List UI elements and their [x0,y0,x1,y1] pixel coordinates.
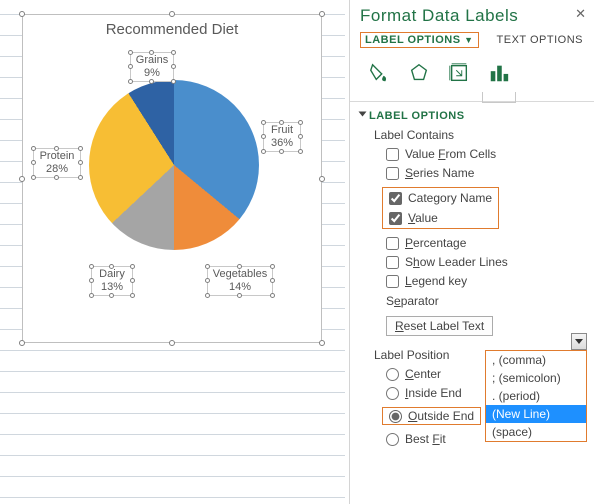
fill-line-icon[interactable] [368,62,390,87]
data-label-vegetables[interactable]: Vegetables14% [207,266,273,296]
plot-area[interactable]: Grains9% Fruit36% Vegetables14% Dairy13% [23,38,321,328]
rad-outside-end[interactable]: Outside End [389,409,474,423]
label-options-icon[interactable] [488,62,510,87]
chk-value-from-cells[interactable]: Value From Cells [386,147,594,161]
annotation-outside-end: Outside End [382,407,481,425]
data-label-dairy[interactable]: Dairy13% [91,266,133,296]
chk-value[interactable]: Value [389,211,492,225]
chart-object[interactable]: Recommended Diet Grains9% Fruit36% Veget… [22,14,322,343]
chk-category-name[interactable]: Category Name [389,191,492,205]
chart-title[interactable]: Recommended Diet [23,21,321,38]
annotation-label-options: LABEL OPTIONS ▼ [360,32,479,48]
close-icon[interactable]: ✕ [575,6,586,22]
separator-dropdown[interactable]: , (comma) ; (semicolon) . (period) (New … [485,350,587,442]
effects-icon[interactable] [408,62,430,87]
reset-label-text-button[interactable]: Reset Label Text [386,316,493,336]
pie-chart[interactable] [89,80,259,250]
tab-text-options[interactable]: TEXT OPTIONS [497,34,583,46]
chk-legend-key[interactable]: Legend key [386,274,594,288]
pane-title: Format Data Labels [360,6,594,26]
separator-label: Separator [386,294,439,308]
chk-show-leader-lines[interactable]: Show Leader Lines [386,255,594,269]
chk-percentage[interactable]: Percentage [386,236,594,250]
data-label-protein[interactable]: Protein28% [33,148,81,178]
chk-series-name[interactable]: Series Name [386,166,594,180]
data-label-grains[interactable]: Grains9% [130,52,174,82]
tab-label-options[interactable]: LABEL OPTIONS ▼ [365,34,474,46]
chevron-down-icon[interactable]: ▼ [464,35,473,45]
separator-option-comma[interactable]: , (comma) [486,351,586,369]
annotation-category-value: Category Name Value [382,187,499,229]
worksheet-area: Recommended Diet Grains9% Fruit36% Veget… [0,0,345,504]
separator-option-newline[interactable]: (New Line) [486,405,586,423]
size-properties-icon[interactable] [448,62,470,87]
data-label-fruit[interactable]: Fruit36% [263,122,301,152]
separator-option-space[interactable]: (space) [486,423,586,441]
separator-option-semicolon[interactable]: ; (semicolon) [486,369,586,387]
label-contains-heading: Label Contains [374,128,594,142]
separator-option-period[interactable]: . (period) [486,387,586,405]
section-label-options[interactable]: LABEL OPTIONS [360,110,594,122]
separator-dropdown-button[interactable] [571,333,587,350]
